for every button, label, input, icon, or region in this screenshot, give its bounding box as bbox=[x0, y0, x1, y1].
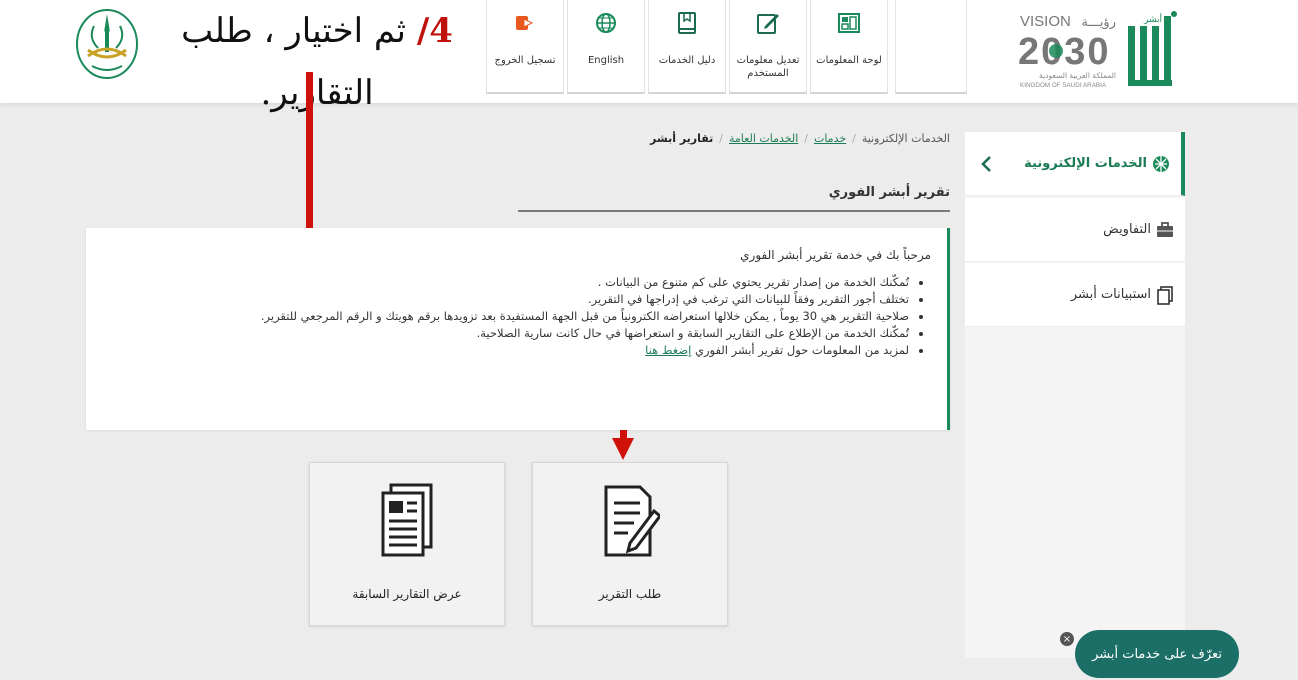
request-report-label: طلب التقرير bbox=[598, 587, 662, 601]
previous-reports-label: عرض التقارير السابقة bbox=[352, 587, 462, 601]
nav-label-logout: تسجيل الخروج bbox=[494, 55, 556, 66]
sidebar-item-eservices[interactable]: الخدمات الإلكترونية bbox=[965, 132, 1185, 196]
info-bullet: تُمكّنك الخدمة من إصدار تقرير يحتوي على … bbox=[86, 274, 909, 291]
sidebar-item-label: استبيانات أبشر bbox=[1070, 287, 1151, 302]
nav-label-dashboard: لوحة المعلومات bbox=[816, 55, 882, 66]
annotation-line-1: 4/ ثم اختيار ، طلب bbox=[172, 0, 462, 62]
info-bullet: تختلف أجور التقرير وفقاً للبيانات التي ت… bbox=[86, 291, 909, 308]
breadcrumb-services[interactable]: خدمات bbox=[814, 132, 846, 145]
saudi-emblem-icon bbox=[76, 9, 138, 79]
breadcrumb: الخدمات الإلكترونية / خدمات / الخدمات ال… bbox=[650, 132, 950, 145]
info-bullet: تُمكّنك الخدمة من الإطلاع على التقارير ا… bbox=[86, 325, 909, 342]
close-icon[interactable]: × bbox=[1060, 632, 1074, 646]
vision-title: VISION bbox=[1020, 13, 1071, 30]
dashboard-icon bbox=[838, 13, 860, 33]
previous-reports-button[interactable]: عرض التقارير السابقة bbox=[309, 462, 505, 626]
info-bullet: لمزيد من المعلومات حول تقرير أبشر الفوري… bbox=[86, 342, 909, 359]
info-bullet-list: تُمكّنك الخدمة من إصدار تقرير يحتوي على … bbox=[86, 274, 931, 359]
previous-reports-icon bbox=[381, 483, 433, 557]
survey-icon bbox=[1157, 285, 1173, 305]
breadcrumb-eservices[interactable]: الخدمات الإلكترونية bbox=[862, 132, 950, 145]
edit-icon bbox=[757, 14, 779, 34]
vision-kingdom-en: KINGDOM OF SAUDI ARABIA bbox=[1020, 82, 1107, 89]
annotation-arrow-head bbox=[612, 438, 634, 460]
service-info-box: مرحباً بك في خدمة تقرير أبشر الفوري تُمك… bbox=[86, 228, 950, 430]
nav-label-english: English bbox=[587, 55, 625, 66]
request-report-icon bbox=[604, 485, 660, 557]
nav-services-guide[interactable]: دليل الخدمات bbox=[648, 0, 726, 94]
logout-icon bbox=[516, 16, 534, 30]
absher-logo-text: أبشر bbox=[1143, 13, 1162, 25]
nav-label-edit-user-info: تعديل معلومات المستخدم bbox=[736, 55, 800, 79]
vision-title-ar: رؤيـــة bbox=[1081, 15, 1116, 30]
tutorial-annotation: 4/ ثم اختيار ، طلب التقارير. bbox=[172, 0, 462, 124]
breadcrumb-current: تقارير أبشر bbox=[650, 132, 714, 145]
vision-2030-logo: VISION رؤيـــة 2030 المملكة العربية السع… bbox=[1018, 13, 1116, 89]
absher-logo: أبشر bbox=[1128, 11, 1177, 86]
title-divider bbox=[518, 210, 950, 212]
breadcrumb-separator: / bbox=[719, 132, 724, 145]
annotation-line-1-text: ثم اختيار ، طلب bbox=[181, 11, 407, 51]
welcome-text: مرحباً بك في خدمة تقرير أبشر الفوري bbox=[740, 248, 931, 262]
more-info-text: لمزيد من المعلومات حول تقرير أبشر الفوري bbox=[694, 343, 909, 357]
nav-english[interactable]: English bbox=[567, 0, 645, 94]
nav-dashboard[interactable]: لوحة المعلومات bbox=[810, 0, 888, 94]
nav-edit-user-info[interactable]: تعديل معلومات المستخدم bbox=[729, 0, 807, 94]
sidebar-item-label: الخدمات الإلكترونية bbox=[1024, 156, 1147, 171]
book-icon bbox=[678, 12, 696, 34]
chevron-left-icon[interactable] bbox=[977, 154, 997, 174]
sidebar-item-delegations[interactable]: التفاويض bbox=[965, 198, 1185, 262]
page-title: تقرير أبشر الفوري bbox=[828, 185, 950, 200]
nav-logout[interactable]: تسجيل الخروج bbox=[486, 0, 564, 94]
vision-kingdom-ar: المملكة العربية السعودية bbox=[1039, 71, 1116, 80]
annotation-line-2: التقارير. bbox=[260, 73, 374, 113]
briefcase-icon bbox=[1157, 221, 1173, 237]
sidebar-item-label: التفاويض bbox=[1103, 222, 1151, 237]
nav-blank[interactable] bbox=[895, 0, 967, 94]
vision-year: 2030 bbox=[1018, 31, 1111, 73]
breadcrumb-public-services[interactable]: الخدمات العامة bbox=[729, 132, 798, 145]
sidebar-item-surveys[interactable]: استبيانات أبشر bbox=[965, 263, 1185, 327]
breadcrumb-separator: / bbox=[852, 132, 856, 145]
more-info-link[interactable]: إضغط هنا bbox=[645, 343, 691, 357]
nav-label-services-guide: دليل الخدمات bbox=[658, 55, 716, 66]
info-bullet: صلاحية التقرير هي 30 يوماً , يمكن خلالها… bbox=[86, 308, 909, 325]
breadcrumb-separator: / bbox=[804, 132, 808, 145]
sidebar: الخدمات الإلكترونية التفاويض استبيانات أ… bbox=[965, 132, 1185, 658]
annotation-step-number: 4/ bbox=[416, 11, 453, 51]
top-navigation: تسجيل الخروج English دليل الخدمات تعديل … bbox=[486, 0, 970, 94]
eservices-icon bbox=[1153, 155, 1169, 172]
help-chat-button[interactable]: تعرّف على خدمات أبشر bbox=[1075, 630, 1239, 678]
globe-icon bbox=[596, 13, 616, 33]
request-report-button[interactable]: طلب التقرير bbox=[532, 462, 728, 626]
